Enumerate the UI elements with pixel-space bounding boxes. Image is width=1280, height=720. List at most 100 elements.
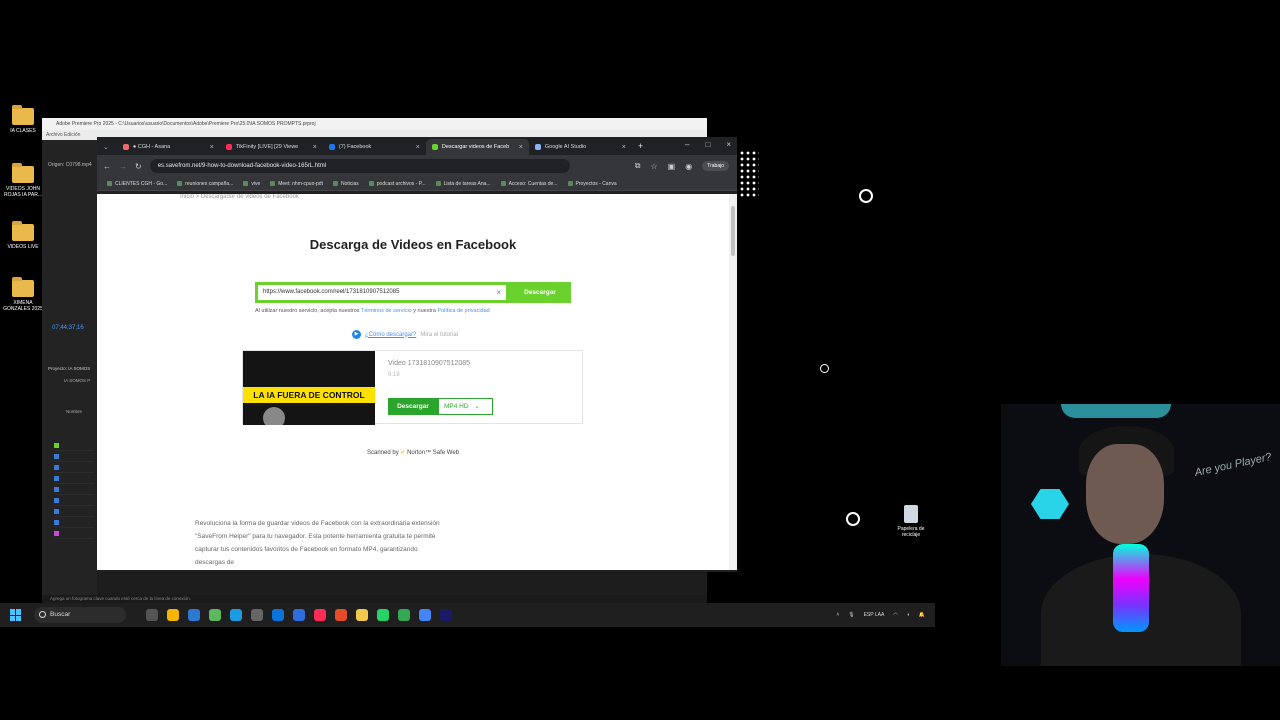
play-app-icon[interactable] (209, 609, 221, 621)
bookmark-item[interactable]: Noticias (332, 181, 359, 187)
clear-icon[interactable]: × (496, 285, 501, 300)
close-icon[interactable]: × (210, 144, 214, 151)
desktop-folder-videos-live[interactable]: VIDEOS LIVE (2, 221, 44, 250)
privacy-link[interactable]: Política de privacidad (437, 308, 489, 314)
list-item[interactable] (54, 451, 94, 462)
tab-google-ai-studio[interactable]: Google AI Studio × (529, 139, 632, 155)
extensions-icon[interactable]: ▣ (668, 162, 676, 171)
format-select[interactable]: MP4 HD ⌄ (438, 398, 493, 415)
close-window-icon[interactable]: × (726, 140, 731, 149)
volume-icon[interactable]: ◖ (907, 612, 910, 618)
list-item[interactable] (54, 462, 94, 473)
desktop-folder-ximena[interactable]: XIMENA GONZALES 2025 (2, 277, 44, 312)
desktop-folder-ia-clases[interactable]: IA CLASES (2, 105, 44, 134)
breadcrumb[interactable]: Inicio > Descargador de videos de Facebo… (180, 194, 299, 200)
tab-facebook[interactable]: (7) Facebook × (323, 139, 426, 155)
profile-button[interactable]: Trabajo (702, 161, 729, 171)
bookmark-icon (107, 181, 112, 186)
chrome-icon[interactable] (419, 609, 431, 621)
list-item[interactable] (54, 495, 94, 506)
desktop-icon-label: VIDEOS JOHN ROJAS IA PAR... (4, 186, 42, 198)
camera-icon[interactable]: ◉ (685, 162, 692, 171)
close-icon[interactable]: × (313, 144, 317, 151)
back-icon[interactable]: ← (103, 162, 111, 171)
windows-start-icon[interactable] (10, 609, 22, 621)
task-view-icon[interactable] (146, 609, 158, 621)
language-indicator[interactable]: ESP LAA (864, 612, 885, 618)
maximize-icon[interactable]: □ (705, 140, 710, 149)
tiktok-icon[interactable] (314, 609, 326, 621)
tab-asana[interactable]: ● CGH - Asana × (117, 139, 220, 155)
terms-text: Al utilizar nuestro servicio, acepta nue… (255, 308, 490, 314)
app-icon[interactable] (251, 609, 263, 621)
page-scrollbar[interactable] (729, 194, 737, 570)
notifications-icon[interactable]: 🔔 (919, 612, 925, 618)
tab-strip: ⌄ ● CGH - Asana × TikFinity [LIVE] [29 V… (97, 137, 737, 155)
bookmark-item[interactable]: podcast archivos - P... (368, 181, 426, 187)
copilot-icon[interactable] (167, 609, 179, 621)
how-to-row: ▶ ¿Cómo descargar? Mira el tutorial (352, 330, 458, 339)
download-button[interactable]: Descargar (509, 282, 571, 303)
bookmark-icon (177, 181, 183, 186)
url-input[interactable]: es.savefrom.net/9-how-to-download-facebo… (149, 159, 570, 173)
terms-link[interactable]: Términos de servicio (361, 308, 412, 314)
tutorial-text: Mira el tutorial (420, 331, 459, 338)
desktop-icon-label: VIDEOS LIVE (7, 244, 39, 250)
tab-search-icon[interactable]: ⌄ (103, 143, 109, 151)
premiere-icon[interactable] (440, 609, 452, 621)
chrome-icon[interactable] (398, 609, 410, 621)
taskbar-search[interactable]: Buscar (34, 607, 126, 623)
bookmark-item[interactable]: Lista de tareas Ana... (435, 181, 491, 187)
close-icon[interactable]: × (416, 144, 420, 151)
bookmark-item[interactable]: Meet: nhm-cpuo-pdt (270, 181, 323, 187)
bookmark-star-icon[interactable]: ☆ (651, 162, 658, 171)
tikfinity-icon (225, 144, 232, 150)
play-icon[interactable]: ▶ (352, 330, 361, 339)
bookmark-icon (270, 181, 276, 186)
list-item[interactable] (54, 484, 94, 495)
reload-icon[interactable]: ↻ (135, 162, 142, 171)
tab-tikfinity[interactable]: TikFinity [LIVE] [29 Viewe × (220, 139, 323, 155)
edge-icon[interactable] (272, 609, 284, 621)
close-icon[interactable]: × (519, 144, 523, 151)
list-item[interactable] (54, 440, 94, 451)
app-icon[interactable] (293, 609, 305, 621)
bookmark-item[interactable]: reuniones campaña... (177, 181, 233, 187)
tab-label: TikFinity [LIVE] [29 Viewe (235, 144, 299, 150)
bookmark-item[interactable]: Proyectos - Canva (567, 181, 617, 187)
hexagon-light (1031, 489, 1069, 519)
wifi-icon[interactable]: ◠ (893, 612, 897, 618)
system-tray: ˄ 🎙 ESP LAA ◠ ◖ 🔔 (836, 612, 925, 618)
forward-icon[interactable]: → (119, 162, 127, 171)
install-icon[interactable]: ⧉ (635, 161, 641, 171)
close-icon[interactable]: × (622, 144, 626, 151)
list-item[interactable] (54, 506, 94, 517)
list-item[interactable] (54, 473, 94, 484)
tab-savefrom[interactable]: Descargar videos de Faceb × (425, 139, 529, 155)
video-url-input[interactable]: https://www.facebook.com/reel/1731810907… (255, 282, 509, 303)
list-item[interactable] (54, 528, 94, 539)
bookmark-label: vive (251, 180, 261, 187)
minimize-icon[interactable]: – (685, 140, 689, 149)
store-icon[interactable] (188, 609, 200, 621)
app-icon[interactable] (335, 609, 347, 621)
chevron-up-icon[interactable]: ˄ (836, 612, 839, 618)
result-download-button[interactable]: Descargar (388, 398, 438, 415)
new-tab-icon[interactable]: + (638, 141, 643, 151)
list-item[interactable] (54, 517, 94, 528)
file-explorer-icon[interactable] (356, 609, 368, 621)
microphone-icon[interactable]: 🎙 (848, 612, 854, 618)
bookmark-item[interactable]: vive (243, 181, 260, 187)
window-controls: – □ × (685, 140, 731, 149)
bookmark-item[interactable]: CLIENTES CGH - Go... (107, 181, 167, 187)
desktop-folder-videos-john[interactable]: VIDEOS JOHN ROJAS IA PAR... (2, 163, 44, 198)
recycle-bin[interactable]: Papelera de reciclaje (896, 505, 926, 538)
scrollbar-thumb[interactable] (731, 206, 735, 256)
how-to-link[interactable]: ¿Cómo descargar? (365, 332, 416, 338)
bookmark-item[interactable]: Acceso: Cuentas de... (500, 181, 558, 187)
whatsapp-icon[interactable] (377, 609, 389, 621)
video-thumbnail[interactable]: LA IA FUERA DE CONTROL (243, 351, 375, 425)
app-icon[interactable] (230, 609, 242, 621)
tab-label: Descargar videos de Faceb (441, 144, 510, 150)
ring-decoration (846, 512, 860, 526)
